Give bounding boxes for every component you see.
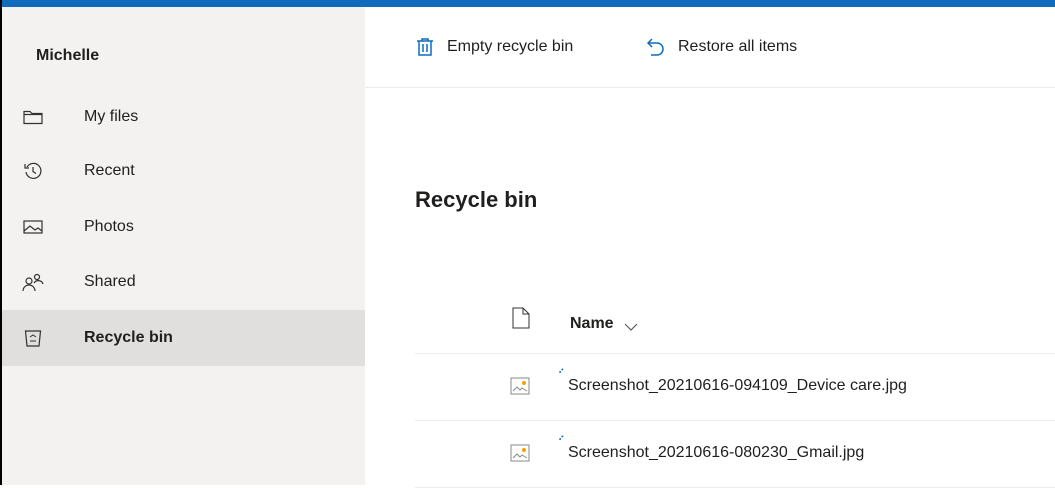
empty-recycle-bin-label: Empty recycle bin (447, 38, 574, 55)
sidebar: Michelle My files Recent Photos Shared R… (2, 7, 365, 485)
list-header: Name (415, 293, 1055, 354)
folder-icon (22, 106, 44, 128)
file-type-icon (512, 307, 530, 329)
sidebar-item-label: Recycle bin (84, 329, 173, 346)
table-row[interactable]: Screenshot_20210616-080230_Gmail.jpg (415, 421, 1055, 488)
column-header-label: Name (570, 315, 614, 332)
photo-icon (22, 216, 44, 238)
column-header-name[interactable]: Name (570, 315, 638, 333)
shared-people-icon (22, 271, 44, 293)
file-name: Screenshot_20210616-080230_Gmail.jpg (568, 444, 865, 461)
recycle-bin-icon (22, 327, 44, 349)
image-file-icon (510, 376, 530, 396)
sidebar-item-label: Recent (84, 162, 135, 179)
table-row[interactable]: Screenshot_20210616-094109_Device care.j… (415, 354, 1055, 421)
empty-recycle-bin-button[interactable]: Empty recycle bin (415, 33, 573, 61)
user-name: Michelle (36, 47, 100, 64)
command-bar: Empty recycle bin Restore all items (365, 7, 1055, 88)
page-title: Recycle bin (415, 187, 538, 212)
image-file-icon (510, 443, 530, 463)
main-content: Empty recycle bin Restore all items Recy… (365, 7, 1055, 488)
top-accent-bar (0, 0, 1055, 7)
trash-icon (415, 36, 435, 58)
sidebar-item-photos[interactable]: Photos (2, 199, 365, 255)
history-icon (22, 160, 44, 182)
sidebar-item-recycle-bin[interactable]: Recycle bin (2, 310, 365, 366)
sidebar-item-my-files[interactable]: My files (2, 89, 365, 145)
sidebar-item-label: Shared (84, 273, 136, 290)
sidebar-item-label: Photos (84, 218, 134, 235)
sidebar-item-label: My files (84, 108, 139, 125)
chevron-down-icon (624, 319, 638, 331)
undo-icon (646, 36, 666, 58)
sidebar-item-shared[interactable]: Shared (2, 254, 365, 310)
restore-all-items-button[interactable]: Restore all items (646, 33, 797, 61)
restore-all-items-label: Restore all items (678, 38, 798, 55)
sidebar-item-recent[interactable]: Recent (2, 143, 365, 199)
file-name: Screenshot_20210616-094109_Device care.j… (568, 377, 907, 394)
